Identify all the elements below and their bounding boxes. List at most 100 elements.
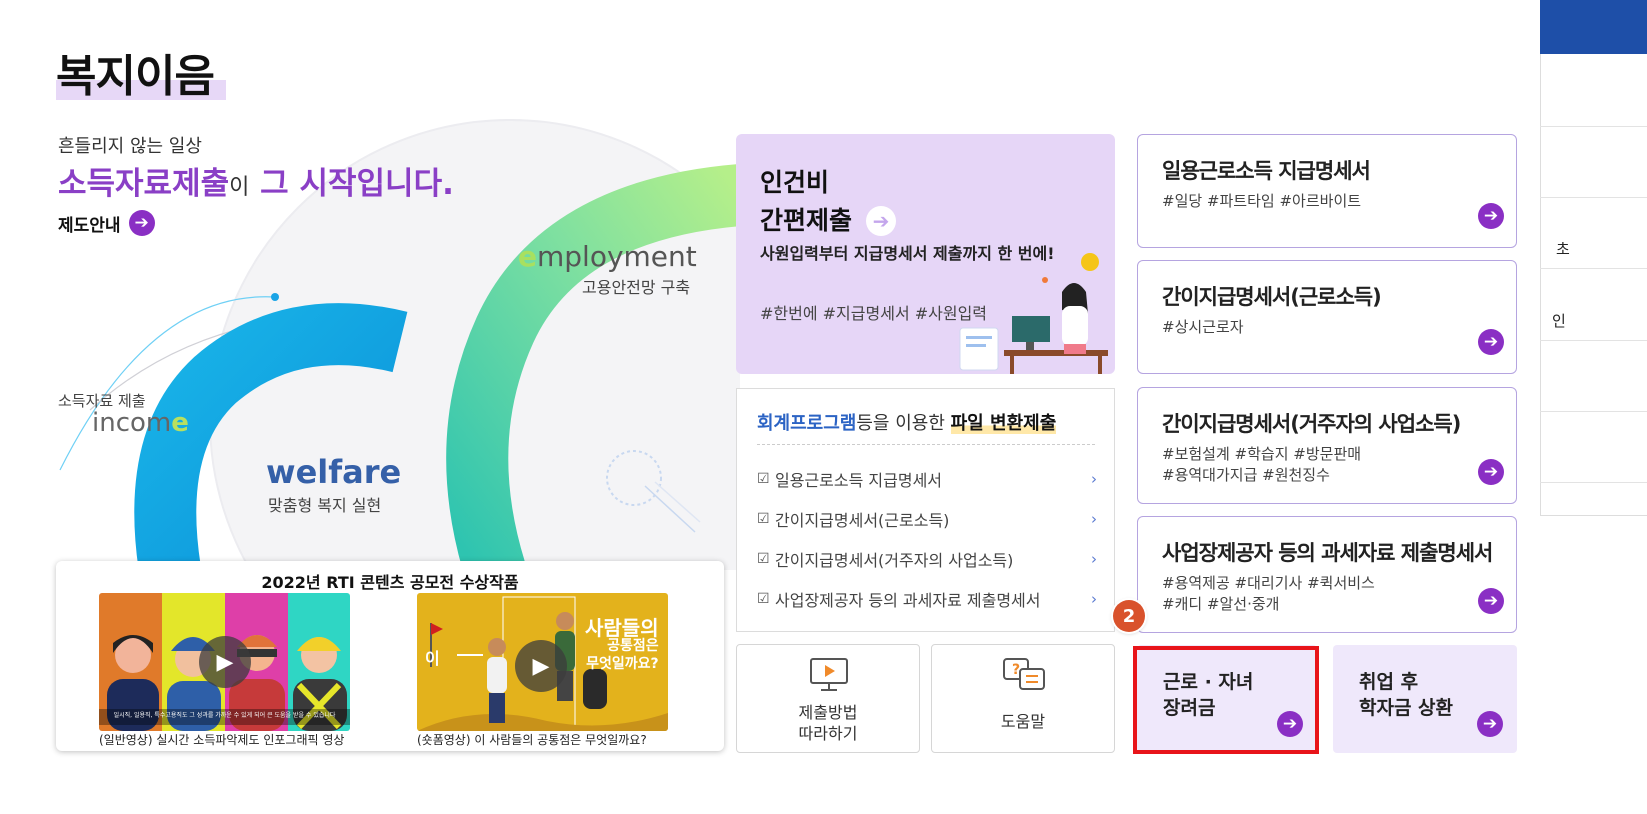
card-tags-line2: #용역대가지급 #원천징수 <box>1162 466 1330 484</box>
hero-headline-rest: 그 시작입니다. <box>260 166 454 202</box>
chevron-right-icon: › <box>1091 590 1097 608</box>
arrow-right-icon: ➔ <box>1478 329 1504 355</box>
submit-method-card[interactable]: 제출방법 따라하기 <box>736 644 920 753</box>
employment-word: employment <box>518 240 697 273</box>
arrow-right-icon: ➔ <box>1477 711 1503 737</box>
arrow-right-icon: ➔ <box>1478 203 1504 229</box>
divider <box>1540 411 1647 412</box>
card-simple-earned-statement[interactable]: 간이지급명세서(근로소득) #상시근로자 ➔ <box>1137 260 1517 374</box>
divider <box>1540 482 1647 483</box>
card-tags-line1: #보험설계 #학습지 #방문판매 <box>1162 445 1362 463</box>
employment-caption: 고용안전망 구축 <box>582 278 691 297</box>
play-icon: ▶ <box>515 640 567 692</box>
video-panel-title: 2022년 RTI 콘텐츠 공모전 수상작품 <box>261 573 519 592</box>
card-title: 일용근로소득 지급명세서 <box>1162 159 1371 183</box>
income-word: income <box>92 408 189 438</box>
submit-method-line2: 따라하기 <box>798 724 858 743</box>
checkmark-icon: ☑ <box>757 511 770 527</box>
welfare-word: welfare <box>266 453 402 491</box>
side-panel-item[interactable]: 인 <box>1552 310 1566 331</box>
page-title: 복지이음 <box>56 51 215 102</box>
earned-incentive-line2: 장려금 <box>1163 697 1216 719</box>
labor-title-line2: 간편제출 <box>760 206 853 235</box>
video-caption: (숏폼영상) 이 사람들의 공통점은 무엇일까요? <box>417 733 647 747</box>
hero-headline-particle: 이 <box>229 175 250 200</box>
file-link-label: 일용근로소득 지급명세서 <box>775 471 943 490</box>
file-link-daily-wage[interactable]: ☑ 일용근로소득 지급명세서 › <box>757 467 1097 491</box>
card-tags-line1: #일당 #파트타임 #아르바이트 <box>1162 192 1362 210</box>
earned-incentive-title: 근로 · 자녀 장려금 <box>1163 669 1253 721</box>
student-loan-line1: 취업 후 <box>1359 671 1419 693</box>
video-thumbnail-infographic[interactable]: 일시직, 일용직, 특수고용직도 그 성과를 가까운 수 있게 되어 큰 도움을… <box>99 593 350 731</box>
income-word-start: incom <box>92 408 172 438</box>
card-tags: #용역제공 #대리기사 #퀵서비스 #캐디 #알선·중개 <box>1162 573 1375 615</box>
earned-child-incentive-card[interactable]: 근로 · 자녀 장려금 ➔ <box>1137 645 1317 753</box>
file-link-label: 간이지급명세서(거주자의 사업소득) <box>775 551 1014 570</box>
card-title: 사업장제공자 등의 과세자료 제출명세서 <box>1162 541 1493 565</box>
divider <box>1540 197 1647 198</box>
arrow-right-icon: ➔ <box>866 206 897 236</box>
student-loan-line2: 학자금 상환 <box>1359 697 1454 719</box>
card-tags: #상시근로자 <box>1162 317 1244 338</box>
student-loan-title: 취업 후 학자금 상환 <box>1359 669 1453 721</box>
employment-word-start: e <box>518 240 537 273</box>
earned-incentive-line1: 근로 · 자녀 <box>1163 671 1254 693</box>
thumbnail-overlay-text: 일시직, 일용직, 특수고용직도 그 성과를 가까운 수 있게 되어 큰 도움을… <box>113 712 336 719</box>
chevron-right-icon: › <box>1091 550 1097 568</box>
side-panel-item[interactable]: 초 <box>1556 238 1570 259</box>
chevron-right-icon: › <box>1091 510 1097 528</box>
arrow-right-icon: ➔ <box>1478 459 1504 485</box>
card-workplace-provider-statement[interactable]: 사업장제공자 등의 과세자료 제출명세서 #용역제공 #대리기사 #퀵서비스 #… <box>1137 516 1517 633</box>
card-title: 간이지급명세서(거주자의 사업소득) <box>1162 412 1461 436</box>
chat-help-icon: ? <box>1003 658 1045 690</box>
card-tags: #일당 #파트타임 #아르바이트 <box>1162 191 1361 212</box>
divider <box>757 444 1095 445</box>
card-daily-wage-statement[interactable]: 일용근로소득 지급명세서 #일당 #파트타임 #아르바이트 ➔ <box>1137 134 1517 248</box>
labor-card-tags: #한번에 #지급명세서 #사원입력 <box>760 304 988 323</box>
checkmark-icon: ☑ <box>757 591 770 607</box>
file-heading-strong: 파일 변환제출 <box>950 413 1057 434</box>
arrow-right-icon: ➔ <box>128 210 155 236</box>
income-word-end: e <box>171 408 189 438</box>
file-link-simple-earned[interactable]: ☑ 간이지급명세서(근로소득) › <box>757 507 1097 531</box>
guide-link[interactable]: 제도안내 ➔ <box>58 210 155 236</box>
card-simple-business-statement[interactable]: 간이지급명세서(거주자의 사업소득) #보험설계 #학습지 #방문판매 #용역대… <box>1137 387 1517 504</box>
office-worker-illustration <box>959 253 1108 374</box>
divider <box>1540 268 1647 269</box>
labor-title-line2-row: 간편제출 ➔ <box>760 202 897 240</box>
video-panel: 2022년 RTI 콘텐츠 공모전 수상작품 일시직, 일용직, 특수고용직도 … <box>56 561 724 751</box>
monitor-play-icon <box>810 658 848 691</box>
card-tags: #보험설계 #학습지 #방문판매 #용역대가지급 #원천징수 <box>1162 444 1361 486</box>
submit-method-line1: 제출방법 <box>798 703 858 722</box>
svg-text:?: ? <box>1012 662 1020 678</box>
play-icon: ▶ <box>199 636 251 688</box>
file-heading-program: 회계프로그램 <box>757 413 857 434</box>
overlay-line-3: 무엇일까요? <box>586 656 659 672</box>
help-card[interactable]: ? 도움말 <box>931 644 1115 753</box>
divider <box>1540 340 1647 341</box>
divider <box>1540 126 1647 127</box>
side-panel-header <box>1540 0 1647 54</box>
hero-headline: 소득자료제출이 그 시작입니다. <box>58 158 454 203</box>
labor-card-title: 인건비 간편제출 ➔ <box>760 164 897 240</box>
hero-subtitle: 흔들리지 않는 일상 <box>58 136 202 157</box>
arrow-right-icon: ➔ <box>1478 588 1504 614</box>
thumbnail-overlay-left: 이 <box>425 649 440 668</box>
video-thumbnail-shortform[interactable]: 이 사람들의 공통점은 무엇일까요? ▶ <box>417 593 668 731</box>
checkmark-icon: ☑ <box>757 471 770 487</box>
card-title: 간이지급명세서(근로소득) <box>1162 285 1382 309</box>
file-heading-mid: 등을 이용한 <box>856 413 945 434</box>
card-tags-line1: #상시근로자 <box>1162 318 1244 336</box>
labor-cost-submit-card[interactable]: 인건비 간편제출 ➔ 사원입력부터 지급명세서 제출까지 한 번에! #한번에 … <box>736 134 1115 374</box>
file-card-heading: 회계프로그램등을 이용한 파일 변환제출 <box>757 409 1057 435</box>
file-link-simple-business[interactable]: ☑ 간이지급명세서(거주자의 사업소득) › <box>757 547 1097 571</box>
step-badge: 2 <box>1113 600 1145 632</box>
student-loan-repayment-card[interactable]: 취업 후 학자금 상환 ➔ <box>1333 645 1517 753</box>
help-label: 도움말 <box>1000 712 1046 731</box>
file-link-workplace-provider[interactable]: ☑ 사업장제공자 등의 과세자료 제출명세서 › <box>757 587 1097 611</box>
file-conversion-card: 회계프로그램등을 이용한 파일 변환제출 ☑ 일용근로소득 지급명세서 › ☑ … <box>736 388 1115 632</box>
video-caption: (일반영상) 실시간 소득파악제도 인포그래픽 영상 <box>99 733 345 747</box>
checkmark-icon: ☑ <box>757 551 770 567</box>
overlay-line-1: 사람들의 <box>585 616 659 640</box>
card-tags-line1: #용역제공 #대리기사 #퀵서비스 <box>1162 574 1375 592</box>
